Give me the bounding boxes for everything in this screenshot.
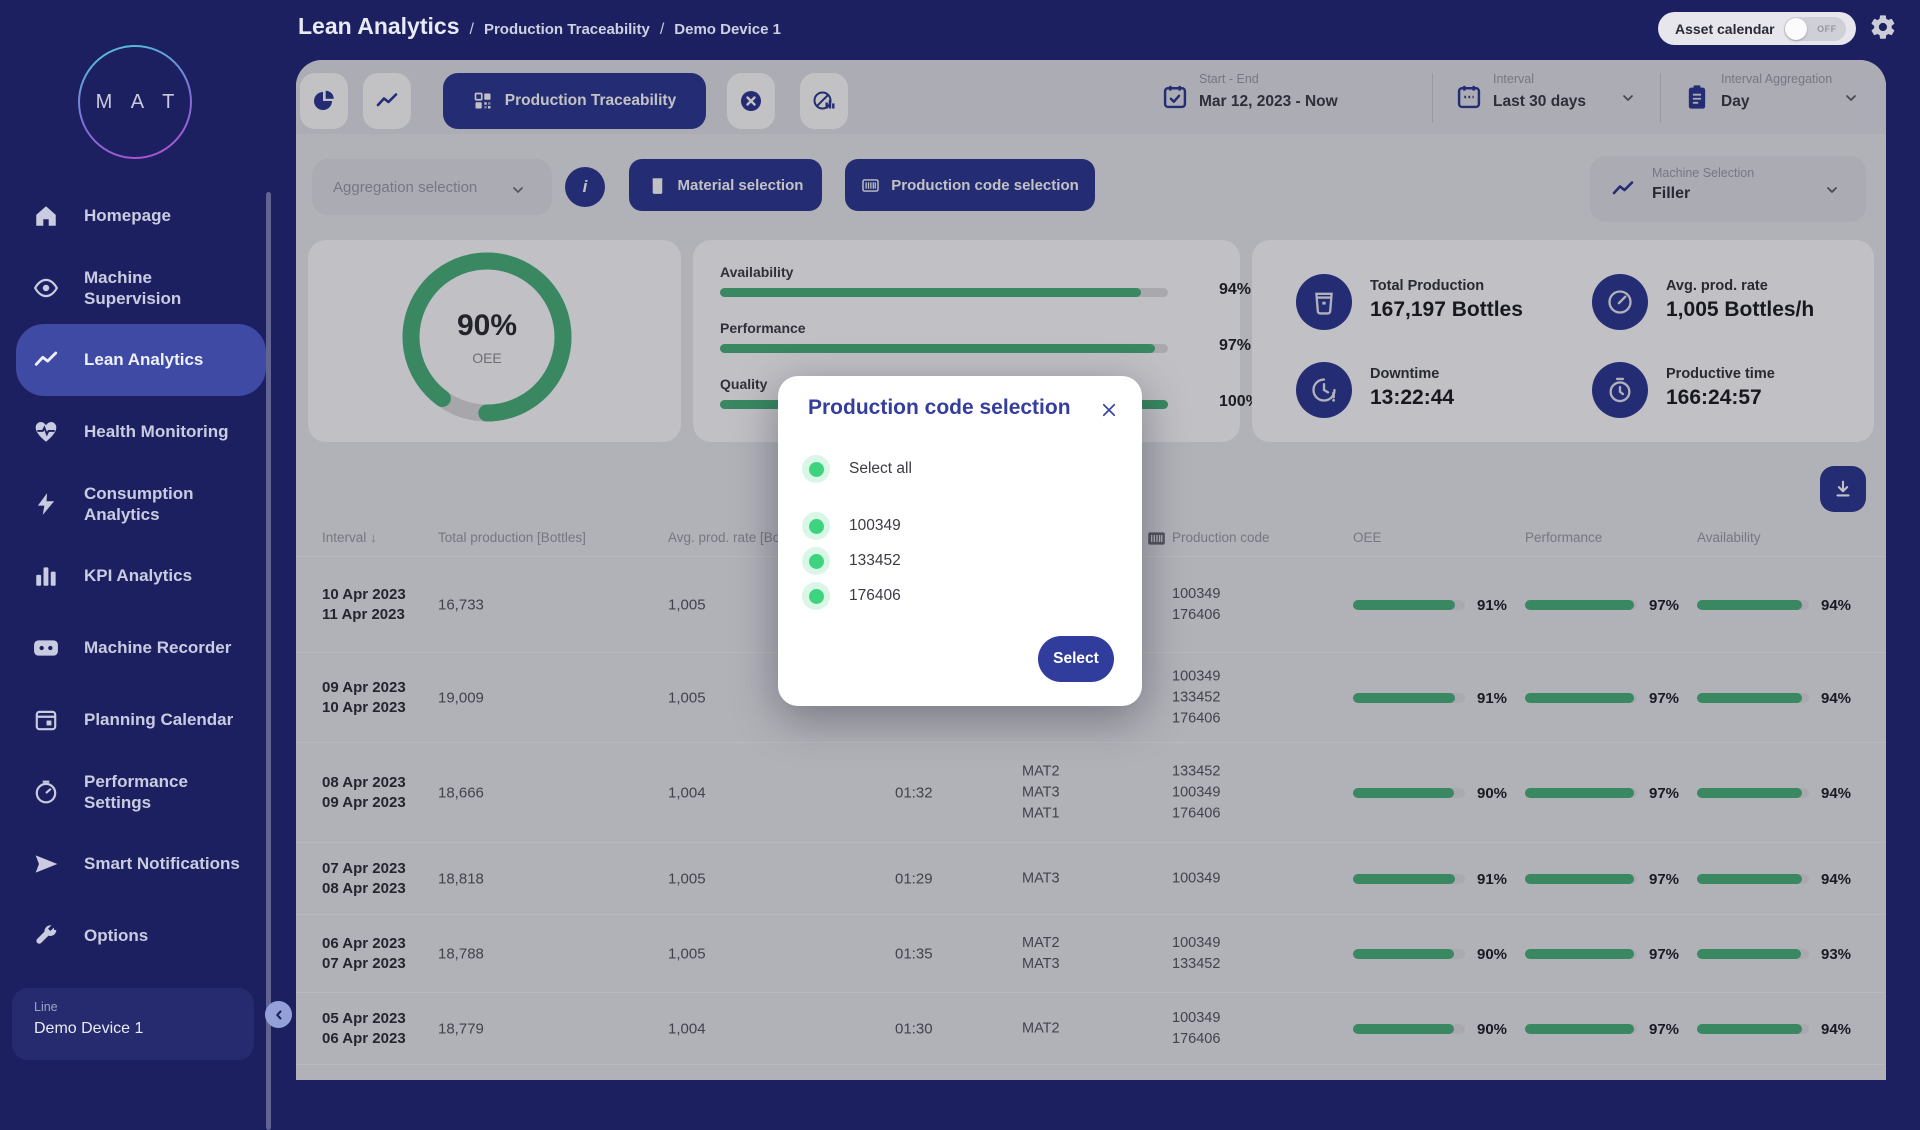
- cassette-icon: [33, 635, 59, 661]
- code-option-100349[interactable]: 100349: [802, 512, 901, 540]
- sidebar-item-planning-calendar[interactable]: Planning Calendar: [0, 684, 282, 756]
- sidebar-item-consumption-analytics[interactable]: Consumption Analytics: [0, 468, 282, 540]
- trend-icon: [33, 347, 59, 373]
- checkbox-checked-icon[interactable]: [802, 455, 830, 483]
- eye-icon: [33, 275, 59, 301]
- line-device-name: Demo Device 1: [34, 1020, 254, 1038]
- sidebar-item-kpi-analytics[interactable]: KPI Analytics: [0, 540, 282, 612]
- sidebar-item-lean-analytics[interactable]: Lean Analytics: [16, 324, 266, 396]
- select-button[interactable]: Select: [1038, 636, 1114, 682]
- breadcrumb-section: Production Traceability: [484, 21, 650, 38]
- production-code-selection-modal: Production code selection Select all 100…: [778, 376, 1142, 706]
- toggle-switch[interactable]: OFF: [1784, 17, 1846, 41]
- code-option-176406[interactable]: 176406: [802, 582, 901, 610]
- settings-gear-button[interactable]: [1869, 13, 1897, 41]
- gear-icon: [1869, 13, 1897, 41]
- checkbox-checked-icon[interactable]: [802, 547, 830, 575]
- code-option-133452[interactable]: 133452: [802, 547, 901, 575]
- mat-logo: M A T: [78, 45, 192, 159]
- sidebar-nav: Homepage Machine Supervision Lean Analyt…: [0, 180, 282, 972]
- wrench-icon: [33, 923, 59, 949]
- close-icon: [1100, 401, 1118, 419]
- sidebar-collapse-button[interactable]: [265, 1001, 292, 1028]
- page-title: Lean Analytics: [298, 13, 459, 40]
- home-icon: [33, 203, 59, 229]
- chevron-left-icon: [272, 1008, 286, 1022]
- calendar-icon: [33, 707, 59, 733]
- sidebar-item-smart-notifications[interactable]: Smart Notifications: [0, 828, 282, 900]
- checkbox-checked-icon[interactable]: [802, 512, 830, 540]
- mat-logo-text: M A T: [80, 47, 190, 157]
- sidebar-item-performance-settings[interactable]: Performance Settings: [0, 756, 282, 828]
- toggle-knob: [1785, 18, 1807, 40]
- sidebar-item-machine-supervision[interactable]: Machine Supervision: [0, 252, 282, 324]
- sidebar-item-options[interactable]: Options: [0, 900, 282, 972]
- app-root: M A T Homepage Machine Supervision Lean …: [0, 0, 1920, 1080]
- breadcrumb-device: Demo Device 1: [674, 21, 781, 38]
- gauge-icon: [33, 779, 59, 805]
- modal-close-button[interactable]: [1100, 401, 1118, 419]
- sidebar: M A T Homepage Machine Supervision Lean …: [0, 0, 282, 1080]
- breadcrumb: Lean Analytics / Production Traceability…: [298, 13, 781, 40]
- sidebar-scrollbar[interactable]: [266, 192, 271, 1130]
- select-all-option[interactable]: Select all: [802, 455, 912, 483]
- top-bar: Lean Analytics / Production Traceability…: [282, 0, 1920, 60]
- sidebar-item-health-monitoring[interactable]: Health Monitoring: [0, 396, 282, 468]
- line-label: Line: [34, 1000, 254, 1014]
- sidebar-item-homepage[interactable]: Homepage: [0, 180, 282, 252]
- checkbox-checked-icon[interactable]: [802, 582, 830, 610]
- bar-chart-icon: [33, 563, 59, 589]
- heart-pulse-icon: [33, 419, 59, 445]
- asset-calendar-toggle[interactable]: Asset calendar OFF: [1658, 12, 1856, 45]
- send-icon: [33, 851, 59, 877]
- sidebar-item-machine-recorder[interactable]: Machine Recorder: [0, 612, 282, 684]
- line-device-card: Line Demo Device 1: [12, 988, 254, 1060]
- modal-title: Production code selection: [808, 396, 1071, 420]
- bolt-icon: [33, 491, 59, 517]
